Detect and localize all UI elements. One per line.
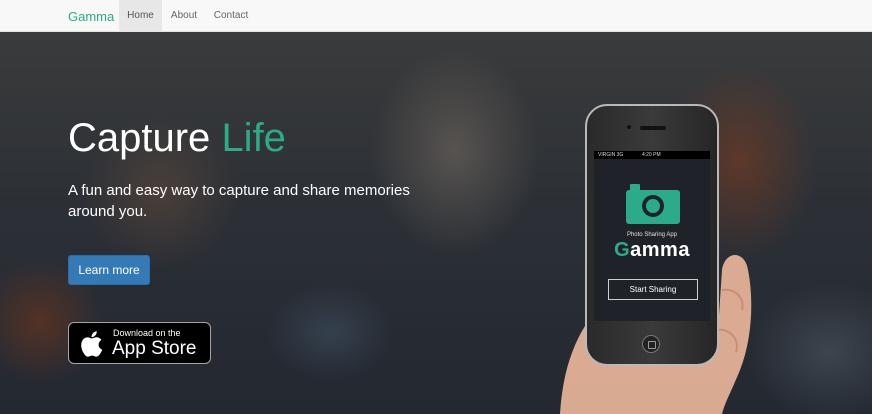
hero-title: Capture Life	[68, 116, 286, 161]
hero-title-main: Capture	[68, 116, 211, 160]
nav-contact[interactable]: Contact	[206, 0, 256, 31]
phone-status-bar: VIRGIN 3G 4:20 PM	[594, 151, 710, 159]
app-store-badge[interactable]: Download on the App Store	[68, 322, 211, 364]
learn-more-button[interactable]: Learn more	[68, 255, 150, 285]
appstore-small-text: Download on the	[113, 328, 181, 338]
carrier-label: VIRGIN 3G	[598, 152, 624, 158]
nav-about[interactable]: About	[162, 0, 206, 31]
brand-logo[interactable]: Gamma	[68, 9, 114, 24]
appstore-big-text: App Store	[112, 338, 197, 359]
navbar: Gamma Home About Contact	[0, 0, 872, 32]
hero-title-accent: Life	[221, 116, 286, 160]
start-sharing-button[interactable]: Start Sharing	[608, 279, 698, 300]
phone-speaker	[640, 126, 666, 130]
app-name: Gamma	[614, 239, 690, 261]
apple-icon	[79, 330, 103, 363]
phone-screen: VIRGIN 3G 4:20 PM Photo Sharing App Gamm…	[594, 151, 710, 321]
home-button-icon	[642, 335, 660, 353]
nav-home[interactable]: Home	[119, 0, 162, 31]
phone-mockup: VIRGIN 3G 4:20 PM Photo Sharing App Gamm…	[585, 104, 719, 366]
camera-icon	[626, 184, 680, 229]
front-camera-icon	[627, 125, 631, 129]
status-time: 4:20 PM	[642, 152, 661, 158]
hero-subtitle: A fun and easy way to capture and share …	[68, 182, 410, 220]
app-caption: Photo Sharing App	[626, 232, 678, 238]
